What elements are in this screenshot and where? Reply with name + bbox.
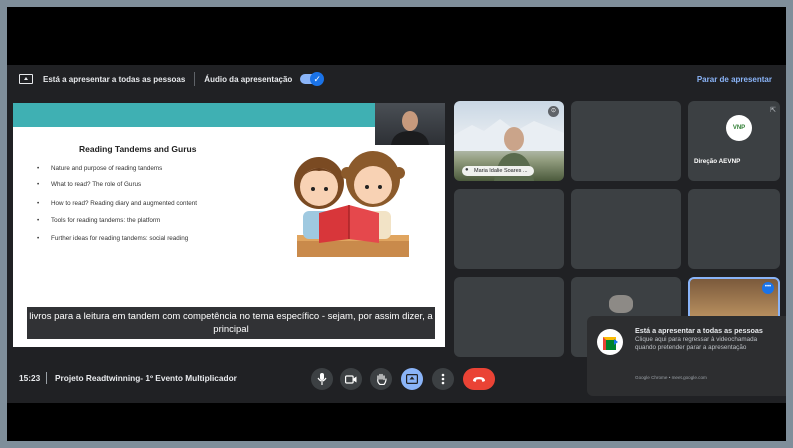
google-meet-icon: [597, 329, 623, 355]
aevnp-logo: VNP: [726, 115, 752, 141]
participant-tile[interactable]: [454, 189, 564, 269]
slide-bullet: Tools for reading tandems: the platform: [35, 217, 245, 225]
participant-name: Maria Idalie Soares ...: [462, 166, 534, 176]
mic-icon: [317, 373, 327, 385]
present-now-button[interactable]: [401, 368, 423, 390]
screen-bottom-margin: [7, 403, 786, 441]
pin-icon[interactable]: ⊙: [548, 106, 559, 117]
meet-stage: Reading Tandems and Gurus Nature and pur…: [7, 93, 786, 441]
present-screen-icon: [19, 74, 33, 84]
slide-bullet: Further ideas for reading tandems: socia…: [35, 235, 245, 243]
live-caption: livros para a leitura em tandem com comp…: [27, 307, 435, 339]
slide-bullet: How to read? Reading diary and augmented…: [35, 200, 245, 208]
notification-body: Clique aqui para regressar à videochamad…: [635, 336, 758, 351]
raise-hand-icon: [376, 373, 387, 385]
presentation-slide: Reading Tandems and Gurus Nature and pur…: [13, 103, 445, 347]
screen: Está a apresentar a todas as pessoas Áud…: [7, 7, 786, 441]
more-options-icon: [441, 373, 445, 385]
presentation-audio-toggle[interactable]: ✓: [300, 72, 325, 86]
end-call-icon: [473, 376, 485, 382]
participant-tile[interactable]: [571, 101, 681, 181]
pin-icon[interactable]: ⇱: [770, 106, 776, 114]
clock-time: 15:23: [19, 373, 41, 383]
slide-bullet-list: Nature and purpose of reading tandems Wh…: [35, 165, 245, 243]
leave-call-button[interactable]: [463, 368, 495, 390]
participant-tile[interactable]: [571, 189, 681, 269]
check-icon: ✓: [310, 72, 325, 86]
slide-bullet: Nature and purpose of reading tandems: [35, 165, 245, 173]
present-now-icon: [406, 374, 418, 384]
notification-title: Está a apresentar a todas as pessoas: [635, 326, 763, 335]
more-options-button[interactable]: [432, 368, 454, 390]
participant-tile[interactable]: [454, 277, 564, 357]
call-controls-bar: 15:23 Projeto Readtwinning- 1º Evento Mu…: [7, 358, 786, 403]
slide-bullet: What to read? The role of Gurus: [35, 181, 245, 189]
camera-icon: [345, 374, 357, 384]
presenting-status-text: Está a apresentar a todas as pessoas: [43, 74, 186, 84]
presenting-banner: Está a apresentar a todas as pessoas Áud…: [7, 65, 786, 93]
participant-name: Direção AEVNP: [694, 158, 741, 165]
bar-divider: [46, 372, 47, 384]
presenter-silhouette: [391, 111, 429, 145]
presentation-audio-label: Áudio da apresentação: [204, 74, 293, 84]
slide-title: Reading Tandems and Gurus: [79, 144, 197, 154]
stop-presenting-button[interactable]: Parar de apresentar: [697, 75, 772, 84]
participant-tile-direcao[interactable]: ⇱ VNP Direção AEVNP: [688, 101, 780, 181]
raise-hand-button[interactable]: [370, 368, 392, 390]
presenter-camera-overlay: [375, 103, 445, 145]
more-options-icon[interactable]: •••: [762, 282, 774, 294]
camera-button[interactable]: [340, 368, 362, 390]
banner-divider: [194, 72, 196, 86]
reading-kids-illustration: [294, 151, 409, 257]
meeting-title: Projeto Readtwinning- 1º Evento Multipli…: [55, 373, 237, 383]
participant-tile-maria[interactable]: ⊙ Maria Idalie Soares ...: [454, 101, 564, 181]
microphone-button[interactable]: [311, 368, 333, 390]
participant-avatar: [609, 295, 633, 313]
participant-tile[interactable]: [688, 189, 780, 269]
